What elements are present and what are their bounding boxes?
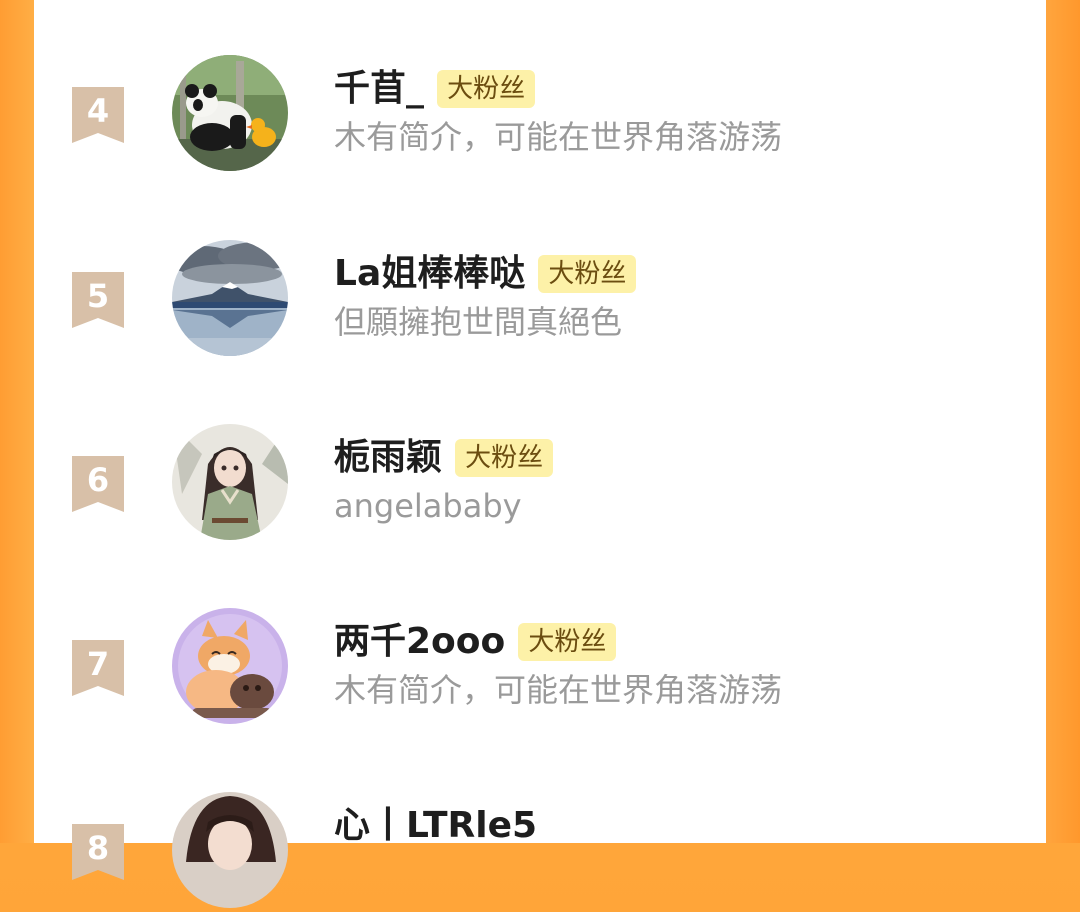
list-item[interactable]: 5 La姐棒棒哒 大粉丝 但願擁抱世間真絕色: [34, 240, 1046, 360]
list-item[interactable]: 7 两千2ooo 大粉丝 木有简介，可能在世界角落游荡: [34, 608, 1046, 728]
rank-ribbon: 4: [72, 87, 124, 143]
user-bio: 木有简介，可能在世界角落游荡: [334, 671, 783, 709]
fan-ranking-list: 4 千苜_ 大粉丝 木有简介，可能在世界角落游荡 5 La姐棒棒哒 大粉丝 但願…: [34, 0, 1046, 908]
list-item[interactable]: 8 心丨LTRle5: [34, 792, 1046, 912]
username[interactable]: 两千2ooo: [334, 620, 505, 664]
rank-ribbon: 8: [72, 824, 124, 880]
avatar[interactable]: [172, 424, 288, 540]
username[interactable]: 心丨LTRle5: [334, 804, 537, 848]
rank-number: 4: [86, 92, 110, 130]
rank-ribbon: 5: [72, 272, 124, 328]
rank-number: 5: [86, 277, 110, 315]
right-orange-border: [1046, 0, 1080, 843]
rank-ribbon: 7: [72, 640, 124, 696]
username[interactable]: 千苜_: [334, 67, 424, 111]
avatar[interactable]: [172, 608, 288, 724]
fox-avatar-icon: [172, 608, 288, 724]
user-bio: 木有简介，可能在世界角落游荡: [334, 118, 783, 156]
rank-number: 6: [86, 461, 110, 499]
name-line: La姐棒棒哒 大粉丝: [334, 252, 637, 296]
left-orange-border: [0, 0, 34, 843]
avatar[interactable]: [172, 240, 288, 356]
list-item[interactable]: 4 千苜_ 大粉丝 木有简介，可能在世界角落游荡: [34, 55, 1046, 175]
rank-ribbon: 6: [72, 456, 124, 512]
name-line: 栀雨颖 大粉丝: [334, 436, 554, 480]
anime-girl-avatar-icon: [172, 424, 288, 540]
fan-level-badge: 大粉丝: [518, 623, 617, 661]
avatar[interactable]: [172, 55, 288, 171]
username[interactable]: La姐棒棒哒: [334, 252, 525, 296]
list-item[interactable]: 6 栀雨颖 大粉丝 angelababy: [34, 424, 1046, 544]
fan-level-badge: 大粉丝: [437, 70, 536, 108]
rank-number: 7: [86, 645, 110, 683]
name-line: 千苜_ 大粉丝: [334, 67, 536, 111]
mountain-avatar-icon: [172, 240, 288, 356]
fan-level-badge: 大粉丝: [455, 439, 554, 477]
name-line: 两千2ooo 大粉丝: [334, 620, 617, 664]
username[interactable]: 栀雨颖: [334, 436, 442, 480]
name-line: 心丨LTRle5: [334, 804, 537, 848]
fan-level-badge: 大粉丝: [538, 255, 637, 293]
user-bio: angelababy: [334, 487, 522, 525]
avatar[interactable]: [172, 792, 288, 908]
user-bio: 但願擁抱世間真絕色: [334, 303, 623, 341]
panda-avatar-icon: [172, 55, 288, 171]
rank-number: 8: [86, 829, 110, 867]
anime-man-avatar-icon: [172, 792, 288, 908]
